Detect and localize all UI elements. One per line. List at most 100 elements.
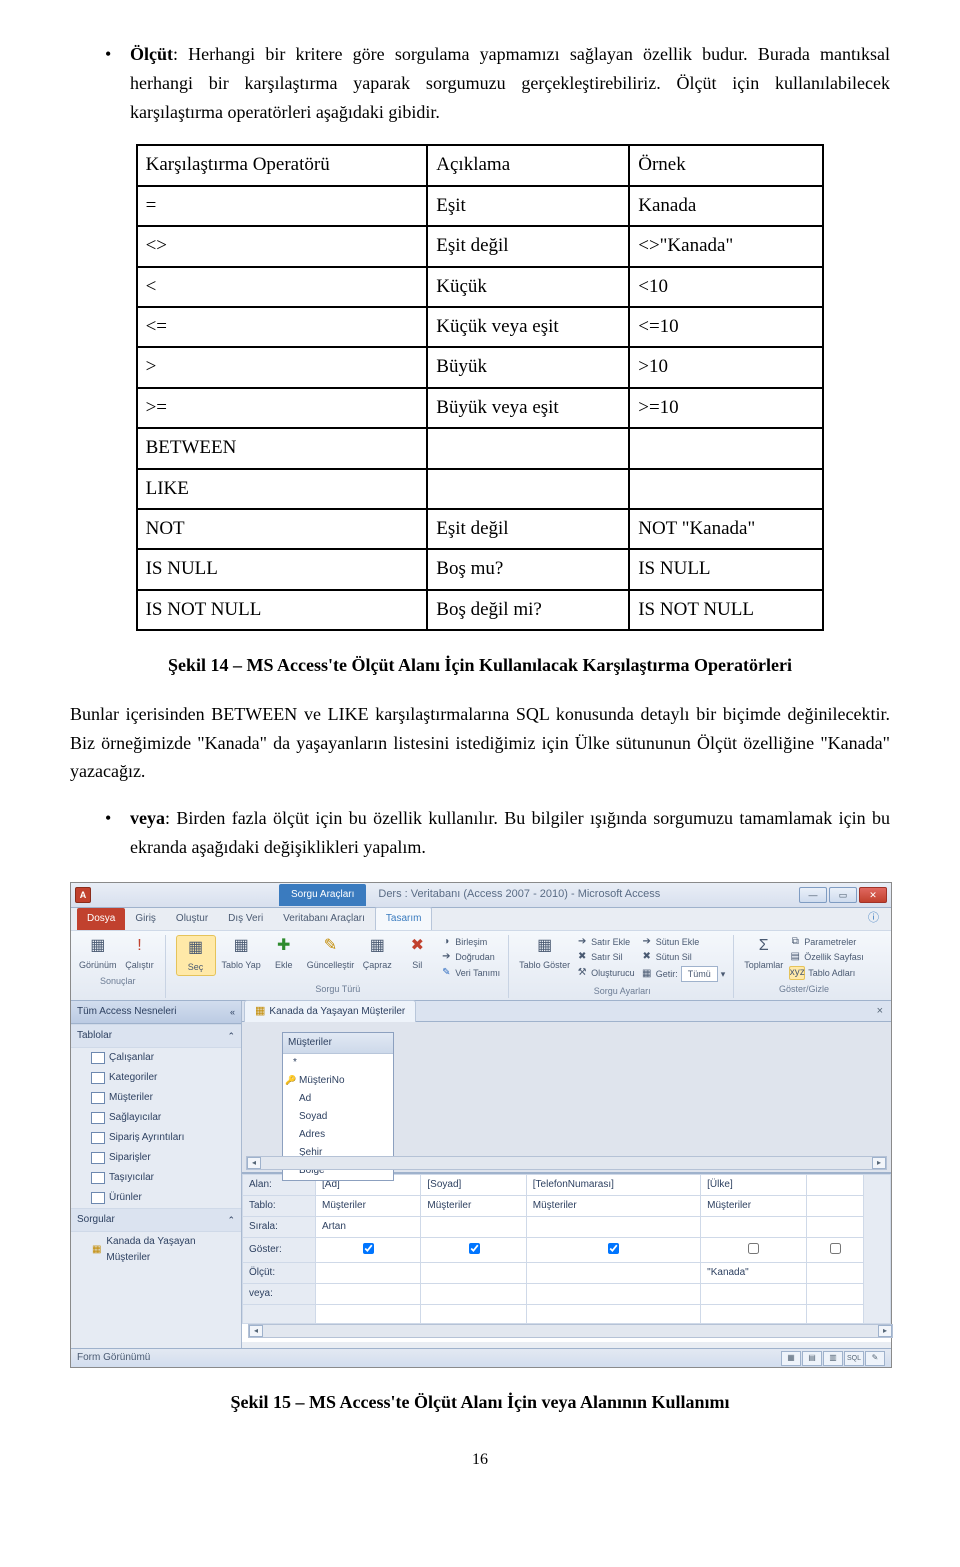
totals-button[interactable]: ΣToplamlar bbox=[744, 935, 783, 972]
grid-cell[interactable]: [Soyad] bbox=[421, 1175, 526, 1196]
document-tab[interactable]: ▦Kanada da Yaşayan Müşteriler bbox=[244, 1000, 416, 1023]
grid-cell[interactable] bbox=[526, 1284, 700, 1305]
grid-cell[interactable]: Müşteriler bbox=[701, 1196, 806, 1217]
grid-cell[interactable]: Artan bbox=[316, 1217, 421, 1238]
show-table-button[interactable]: ▦Tablo Göster bbox=[519, 935, 570, 972]
grid-cell[interactable] bbox=[806, 1175, 863, 1196]
nav-table-item[interactable]: Siparişler bbox=[71, 1148, 241, 1168]
pivotchart-view-button[interactable]: ▥ bbox=[823, 1351, 843, 1366]
grid-cell[interactable] bbox=[806, 1196, 863, 1217]
minimize-button[interactable]: — bbox=[799, 887, 827, 903]
grid-cell[interactable] bbox=[421, 1305, 526, 1324]
datasheet-view-button[interactable]: ▦ bbox=[781, 1351, 801, 1366]
run-button[interactable]: !Çalıştır bbox=[123, 935, 157, 972]
tab-design[interactable]: Tasarım bbox=[375, 907, 433, 930]
tab-external-data[interactable]: Dış Veri bbox=[218, 908, 273, 930]
property-sheet-button[interactable]: ▤Özellik Sayfası bbox=[789, 950, 864, 964]
horizontal-scrollbar[interactable]: ◂ ▸ bbox=[246, 1156, 887, 1170]
nav-table-item[interactable]: Çalışanlar bbox=[71, 1048, 241, 1068]
grid-cell[interactable]: [Ülke] bbox=[701, 1175, 806, 1196]
grid-cell[interactable] bbox=[526, 1217, 700, 1238]
grid-cell[interactable] bbox=[526, 1263, 700, 1284]
design-view-button[interactable]: ✎ bbox=[865, 1351, 885, 1366]
nav-table-item[interactable]: Kategoriler bbox=[71, 1068, 241, 1088]
scroll-right-icon[interactable]: ▸ bbox=[872, 1157, 886, 1169]
nav-table-item[interactable]: Ürünler bbox=[71, 1188, 241, 1208]
tab-create[interactable]: Oluştur bbox=[166, 908, 218, 930]
grid-cell[interactable]: Müşteriler bbox=[316, 1196, 421, 1217]
grid-cell[interactable] bbox=[421, 1284, 526, 1305]
insert-row-button[interactable]: ➔Satır Ekle bbox=[576, 935, 635, 949]
crosstab-button[interactable]: ▦Çapraz bbox=[360, 935, 394, 972]
grid-show-checkbox[interactable] bbox=[526, 1238, 700, 1263]
scroll-left-icon[interactable]: ◂ bbox=[247, 1157, 261, 1169]
grid-cell[interactable] bbox=[421, 1217, 526, 1238]
insert-col-button[interactable]: ➔Sütun Ekle bbox=[641, 935, 726, 949]
sql-view-button[interactable]: SQL bbox=[844, 1351, 864, 1366]
grid-cell[interactable] bbox=[701, 1305, 806, 1324]
field-list-item[interactable]: * bbox=[283, 1054, 393, 1072]
grid-cell[interactable]: "Kanada" bbox=[701, 1263, 806, 1284]
grid-cell[interactable] bbox=[421, 1263, 526, 1284]
grid-cell[interactable] bbox=[316, 1284, 421, 1305]
grid-show-checkbox[interactable] bbox=[806, 1238, 863, 1263]
grid-cell[interactable] bbox=[806, 1217, 863, 1238]
help-icon[interactable]: ⓘ bbox=[862, 908, 885, 930]
field-list-item[interactable]: Adres bbox=[283, 1126, 393, 1144]
grid-cell[interactable] bbox=[806, 1305, 863, 1324]
table-names-button[interactable]: xyzTablo Adları bbox=[789, 966, 864, 980]
tab-db-tools[interactable]: Veritabanı Araçları bbox=[273, 908, 375, 930]
make-table-button[interactable]: ▦Tablo Yap bbox=[222, 935, 261, 972]
data-definition-button[interactable]: ✎Veri Tanımı bbox=[440, 966, 500, 980]
nav-header[interactable]: Tüm Access Nesneleri« bbox=[71, 1001, 241, 1024]
nav-table-item[interactable]: Sipariş Ayrıntıları bbox=[71, 1128, 241, 1148]
grid-cell[interactable] bbox=[806, 1263, 863, 1284]
grid-cell[interactable]: [TelefonNumarası] bbox=[526, 1175, 700, 1196]
delete-query-button[interactable]: ✖Sil bbox=[400, 935, 434, 972]
close-button[interactable]: ✕ bbox=[859, 887, 887, 903]
maximize-button[interactable]: ▭ bbox=[829, 887, 857, 903]
nav-table-item[interactable]: Taşıyıcılar bbox=[71, 1168, 241, 1188]
nav-query-item[interactable]: ▦Kanada da Yaşayan Müşteriler bbox=[71, 1232, 241, 1268]
field-list-item[interactable]: Ad bbox=[283, 1090, 393, 1108]
delete-col-button[interactable]: ✖Sütun Sil bbox=[641, 950, 726, 964]
grid-cell[interactable]: Müşteriler bbox=[421, 1196, 526, 1217]
builder-button[interactable]: ⚒Oluşturucu bbox=[576, 966, 635, 980]
scroll-right-icon[interactable]: ▸ bbox=[878, 1325, 892, 1337]
grid-show-checkbox[interactable] bbox=[421, 1238, 526, 1263]
passthrough-button[interactable]: ➔Doğrudan bbox=[440, 950, 500, 964]
grid-cell[interactable] bbox=[701, 1284, 806, 1305]
parameters-button[interactable]: ⧉Parametreler bbox=[789, 935, 864, 949]
field-list-item[interactable]: MüşteriNo bbox=[283, 1072, 393, 1090]
return-rows-combo[interactable]: ▦Getir: Tümü ▾ bbox=[641, 966, 726, 982]
grid-show-checkbox[interactable] bbox=[701, 1238, 806, 1263]
union-button[interactable]: ◑Birleşim bbox=[440, 935, 500, 949]
grid-cell[interactable] bbox=[701, 1217, 806, 1238]
pivot-view-button[interactable]: ▤ bbox=[802, 1351, 822, 1366]
nav-group-queries[interactable]: Sorgular⌃ bbox=[71, 1208, 241, 1232]
query-design-area[interactable]: Müşteriler *MüşteriNoAdSoyadAdresŞehirBö… bbox=[242, 1022, 891, 1173]
grid-cell[interactable] bbox=[316, 1263, 421, 1284]
nav-table-item[interactable]: Müşteriler bbox=[71, 1088, 241, 1108]
scroll-left-icon[interactable]: ◂ bbox=[249, 1325, 263, 1337]
view-button[interactable]: ▦Görünüm bbox=[79, 935, 117, 972]
close-tab-button[interactable]: × bbox=[869, 1001, 891, 1023]
delete-row-button[interactable]: ✖Satır Sil bbox=[576, 950, 635, 964]
tab-home[interactable]: Giriş bbox=[125, 908, 166, 930]
tab-file[interactable]: Dosya bbox=[77, 908, 125, 930]
nav-group-tables[interactable]: Tablolar⌃ bbox=[71, 1024, 241, 1048]
append-button[interactable]: ✚Ekle bbox=[267, 935, 301, 972]
grid-show-checkbox[interactable] bbox=[316, 1238, 421, 1263]
field-list-item[interactable]: Soyad bbox=[283, 1108, 393, 1126]
select-query-button[interactable]: ▦Seç bbox=[176, 935, 216, 976]
vertical-scrollbar[interactable] bbox=[864, 1175, 891, 1324]
grid-cell[interactable]: Müşteriler bbox=[526, 1196, 700, 1217]
grid-cell[interactable] bbox=[806, 1284, 863, 1305]
grid-cell[interactable] bbox=[316, 1305, 421, 1324]
query-grid[interactable]: Alan: [Ad] [Soyad] [TelefonNumarası] [Ül… bbox=[242, 1173, 891, 1342]
table-icon bbox=[91, 1172, 105, 1184]
nav-table-item[interactable]: Sağlayıcılar bbox=[71, 1108, 241, 1128]
grid-horizontal-scrollbar[interactable]: ◂ ▸ bbox=[248, 1324, 893, 1338]
update-button[interactable]: ✎Güncelleştir bbox=[307, 935, 355, 972]
grid-cell[interactable] bbox=[526, 1305, 700, 1324]
